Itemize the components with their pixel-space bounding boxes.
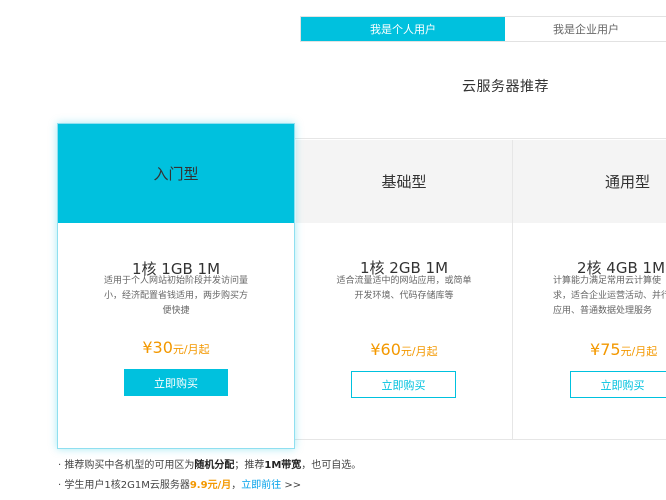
- plan-name: 通用型: [513, 140, 666, 223]
- price-unit: 元/月起: [400, 345, 438, 358]
- tab-personal-user[interactable]: 我是个人用户: [301, 17, 505, 41]
- plan-name: 基础型: [296, 140, 512, 223]
- note-bold-bandwidth: 1M带宽: [264, 460, 302, 471]
- buy-now-button[interactable]: 立即购买: [124, 369, 228, 396]
- note-text: · 推荐购买中各机型的可用区为: [58, 460, 195, 471]
- plan-description: 计算能力满足常用云计算使 求，适合企业运营活动、并行 应用、普通数据处理服务: [553, 274, 666, 319]
- note-text: · 学生用户1核2G1M云服务器: [58, 480, 190, 491]
- plan-description: 适合流量适中的网站应用，或简单开发环境、代码存储库等: [336, 276, 472, 301]
- plan-price: ¥60元/月起: [296, 340, 512, 359]
- note-bold-random: 随机分配: [194, 460, 235, 471]
- price-symbol: ¥: [590, 340, 601, 359]
- plan-card-basic: 基础型 1核 2GB 1M 适合流量适中的网站应用，或简单开发环境、代码存储库等…: [296, 140, 512, 440]
- note-zone: · 推荐购买中各机型的可用区为随机分配；推荐1M带宽，也可自选。: [58, 456, 361, 476]
- section-title: 云服务器推荐: [462, 79, 549, 95]
- price-symbol: ¥: [370, 340, 381, 359]
- note-text: ，: [231, 480, 242, 491]
- note-student: · 学生用户1核2G1M云服务器9.9元/月，立即前往 >>: [58, 476, 361, 496]
- price-value: 60: [380, 340, 401, 359]
- tab-enterprise-user[interactable]: 我是企业用户: [505, 17, 666, 41]
- plan-card-general: 通用型 2核 4GB 1M 计算能力满足常用云计算使 求，适合企业运营活动、并行…: [513, 140, 666, 440]
- price-unit: 元/月起: [620, 345, 658, 358]
- plan-card-entry: 入门型 1核 1GB 1M 适用于个人网站初始阶段并发访问量小，经济配置省钱适用…: [57, 123, 295, 449]
- plan-description: 适用于个人网站初始阶段并发访问量小，经济配置省钱适用，两步购买方便快捷: [103, 276, 248, 316]
- go-now-link[interactable]: 立即前往: [241, 480, 281, 491]
- price-value: 75: [600, 340, 621, 359]
- note-text: ，也可自选。: [301, 460, 362, 471]
- plan-name: 入门型: [58, 124, 294, 223]
- description-line: 求，适合企业运营活动、并行: [553, 291, 666, 301]
- description-line: 应用、普通数据处理服务: [553, 306, 653, 316]
- description-line: 计算能力满足常用云计算使: [553, 276, 662, 286]
- purchase-notes: · 推荐购买中各机型的可用区为随机分配；推荐1M带宽，也可自选。 · 学生用户1…: [58, 456, 361, 496]
- plan-price: ¥30元/月起: [58, 338, 294, 357]
- price-value: 30: [152, 338, 173, 357]
- buy-now-button[interactable]: 立即购买: [351, 371, 456, 398]
- arrow-icon: >>: [281, 480, 302, 491]
- plan-price: ¥75元/月起: [590, 340, 657, 359]
- price-symbol: ¥: [142, 338, 153, 357]
- note-text: ；推荐: [234, 460, 265, 471]
- student-price: 9.9元/月: [189, 480, 232, 491]
- user-type-tabs: 我是个人用户 我是企业用户: [300, 16, 666, 42]
- price-unit: 元/月起: [172, 343, 210, 356]
- buy-now-button[interactable]: 立即购买: [570, 371, 666, 398]
